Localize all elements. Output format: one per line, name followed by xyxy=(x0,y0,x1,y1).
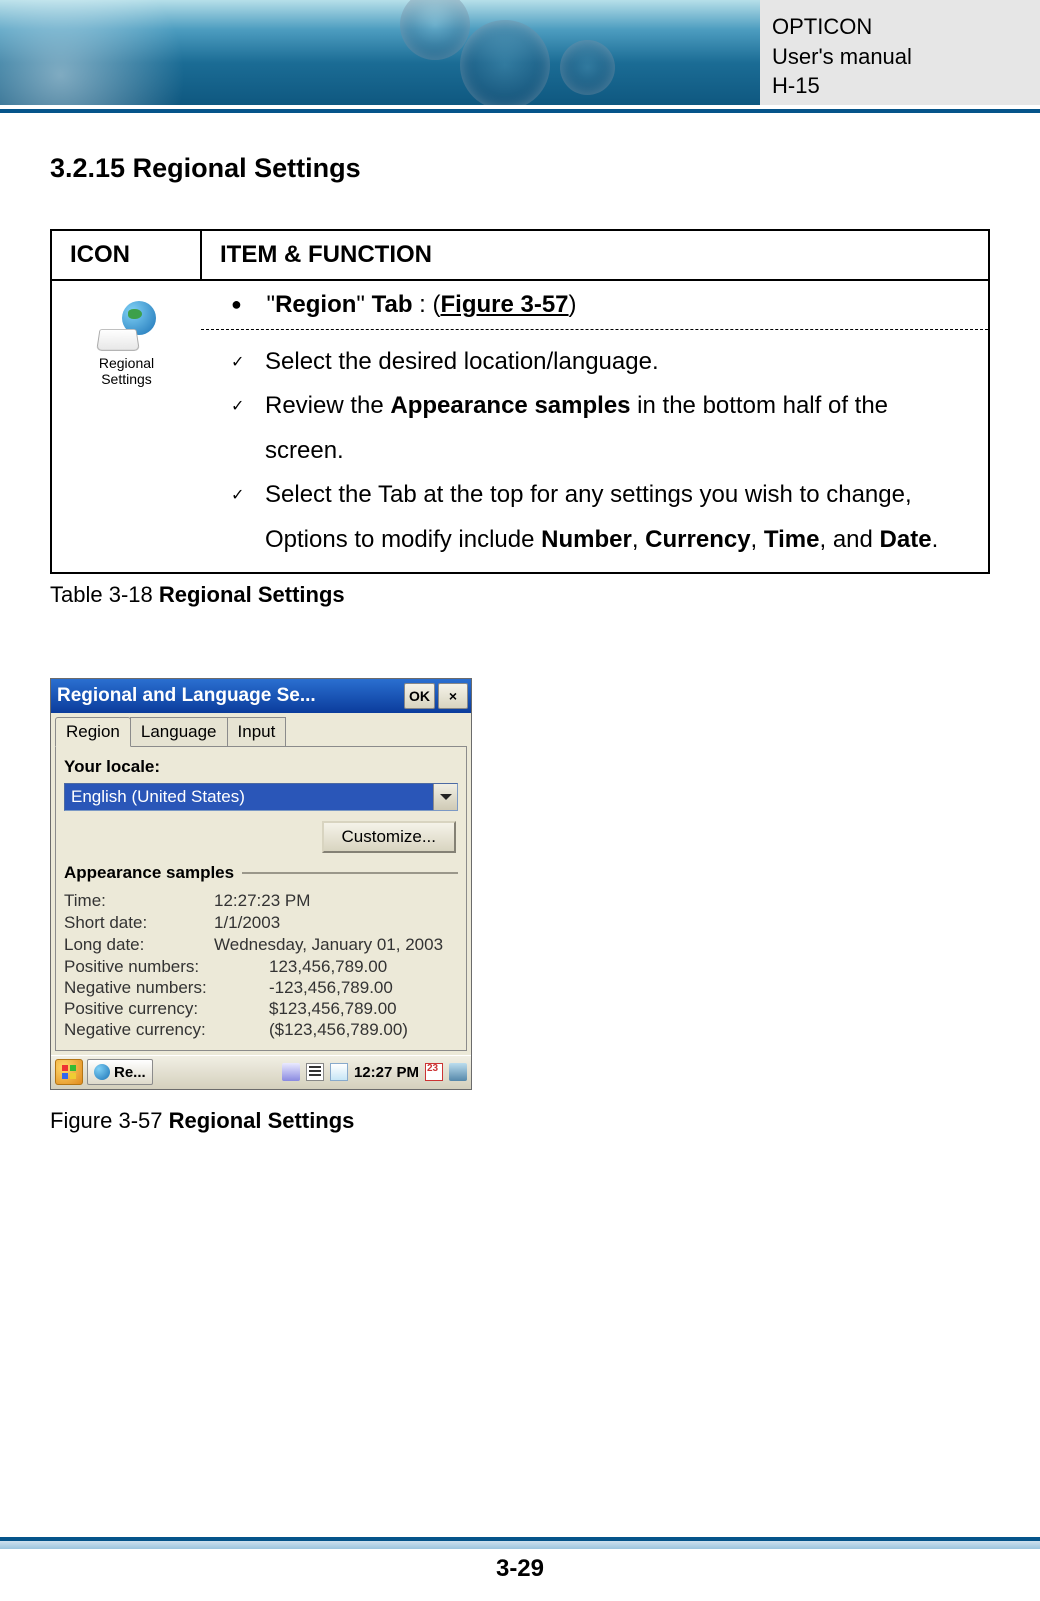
figure: Regional and Language Se... OK × Region … xyxy=(50,678,480,1134)
dialog-body: Your locale: English (United States) Cus… xyxy=(55,746,467,1051)
sample-label: Long date: xyxy=(64,935,214,955)
figure-caption: Figure 3-57 Regional Settings xyxy=(50,1108,480,1134)
caption-title: Regional Settings xyxy=(159,582,345,607)
sample-label: Positive numbers: xyxy=(64,957,269,977)
brand-name: OPTICON xyxy=(772,12,1040,42)
taskbar-clock: 12:27 PM xyxy=(354,1064,419,1081)
caption-prefix: Table 3-18 xyxy=(50,582,159,607)
function-cell: ● "Region" Tab : (Figure 3-57) ✓Select t… xyxy=(201,280,989,573)
task-label: Re... xyxy=(114,1064,146,1081)
sample-value: 1/1/2003 xyxy=(214,913,458,933)
fig-caption-prefix: Figure 3-57 xyxy=(50,1108,169,1133)
check-icon: ✓ xyxy=(231,473,265,562)
tab-language[interactable]: Language xyxy=(130,717,228,746)
taskbar-task[interactable]: Re... xyxy=(87,1059,153,1085)
group-divider xyxy=(242,872,458,874)
locale-select[interactable]: English (United States) xyxy=(64,783,458,811)
locale-value: English (United States) xyxy=(65,784,433,810)
tray-icon[interactable] xyxy=(306,1063,324,1081)
model-name: H-15 xyxy=(772,71,1040,101)
start-button-icon[interactable] xyxy=(55,1059,83,1085)
quote-close: " xyxy=(356,291,371,318)
table-caption: Table 3-18 Regional Settings xyxy=(50,582,990,608)
samples-grid-2: Positive numbers: 123,456,789.00 Negativ… xyxy=(64,957,458,1040)
taskbar: Re... 12:27 PM xyxy=(51,1055,471,1089)
page-number: 3-29 xyxy=(0,1555,1040,1583)
sample-label: Short date: xyxy=(64,913,214,933)
list-item: ✓Select the Tab at the top for any setti… xyxy=(231,473,970,562)
sample-value: 123,456,789.00 xyxy=(269,957,458,977)
check-icon: ✓ xyxy=(231,384,265,473)
sep: : ( xyxy=(412,291,440,318)
sample-value: Wednesday, January 01, 2003 xyxy=(214,935,458,955)
header-decoration xyxy=(560,40,615,95)
item-text: Select the desired location/language. xyxy=(265,340,970,384)
list-item: ✓Review the Appearance samples in the bo… xyxy=(231,384,970,473)
locale-label: Your locale: xyxy=(64,757,458,777)
dialog-titlebar: Regional and Language Se... OK × xyxy=(51,679,471,713)
sample-label: Positive currency: xyxy=(64,999,269,1019)
col-header-function: ITEM & FUNCTION xyxy=(201,230,989,280)
group-label-text: Appearance samples xyxy=(64,863,234,883)
ok-button[interactable]: OK xyxy=(404,683,435,709)
tab-input[interactable]: Input xyxy=(227,717,287,746)
sample-value: -123,456,789.00 xyxy=(269,978,458,998)
info-table: ICON ITEM & FUNCTION Regional Settings ●… xyxy=(50,229,990,574)
figure-ref: Figure 3-57 xyxy=(440,291,568,318)
instruction-list: ✓Select the desired location/language. ✓… xyxy=(201,330,988,572)
regional-settings-icon xyxy=(98,301,156,351)
icon-caption-line2: Settings xyxy=(101,371,152,387)
header-decoration xyxy=(400,0,470,60)
close-button[interactable]: × xyxy=(438,683,468,709)
quote-open: " xyxy=(267,291,276,318)
task-globe-icon xyxy=(94,1064,110,1080)
list-item: ✓Select the desired location/language. xyxy=(231,340,970,384)
sample-value: 12:27:23 PM xyxy=(214,891,458,911)
col-header-icon: ICON xyxy=(51,230,201,280)
sample-label: Negative numbers: xyxy=(64,978,269,998)
header-decoration xyxy=(460,20,550,105)
item-text: Review the Appearance samples in the bot… xyxy=(265,384,970,473)
tray-icon[interactable] xyxy=(449,1063,467,1081)
dialog-tabs: Region Language Input xyxy=(51,713,471,746)
tab-heading-row: ● "Region" Tab : (Figure 3-57) xyxy=(201,281,988,330)
section-heading: 3.2.15 Regional Settings xyxy=(50,153,990,184)
dropdown-arrow-icon[interactable] xyxy=(433,784,457,810)
appearance-samples-label: Appearance samples xyxy=(64,863,458,883)
bullet-icon: ● xyxy=(231,294,260,314)
icon-caption-line1: Regional xyxy=(99,355,154,371)
tray-icon[interactable] xyxy=(330,1063,348,1081)
doc-type: User's manual xyxy=(772,42,1040,72)
header-meta: OPTICON User's manual H-15 xyxy=(760,0,1040,105)
customize-button[interactable]: Customize... xyxy=(322,821,456,853)
tray-calendar-icon[interactable] xyxy=(425,1063,443,1081)
dialog-window: Regional and Language Se... OK × Region … xyxy=(50,678,472,1090)
sample-value: $123,456,789.00 xyxy=(269,999,458,1019)
fig-caption-title: Regional Settings xyxy=(169,1108,355,1133)
samples-grid-1: Time: 12:27:23 PM Short date: 1/1/2003 L… xyxy=(64,891,458,955)
sample-label: Time: xyxy=(64,891,214,911)
tab-word: Tab xyxy=(372,291,413,318)
close-paren: ) xyxy=(569,291,577,318)
icon-cell: Regional Settings xyxy=(51,280,201,573)
footer-rule-light xyxy=(0,1541,1040,1549)
tab-name: Region xyxy=(275,291,356,318)
dialog-title: Regional and Language Se... xyxy=(57,685,404,707)
system-tray: 12:27 PM xyxy=(282,1063,467,1081)
page-header-band: OPTICON User's manual H-15 xyxy=(0,0,1040,105)
item-text: Select the Tab at the top for any settin… xyxy=(265,473,970,562)
sample-value: ($123,456,789.00) xyxy=(269,1020,458,1040)
sample-label: Negative currency: xyxy=(64,1020,269,1040)
tray-icon[interactable] xyxy=(282,1063,300,1081)
check-icon: ✓ xyxy=(231,340,265,384)
tab-region[interactable]: Region xyxy=(55,717,131,747)
